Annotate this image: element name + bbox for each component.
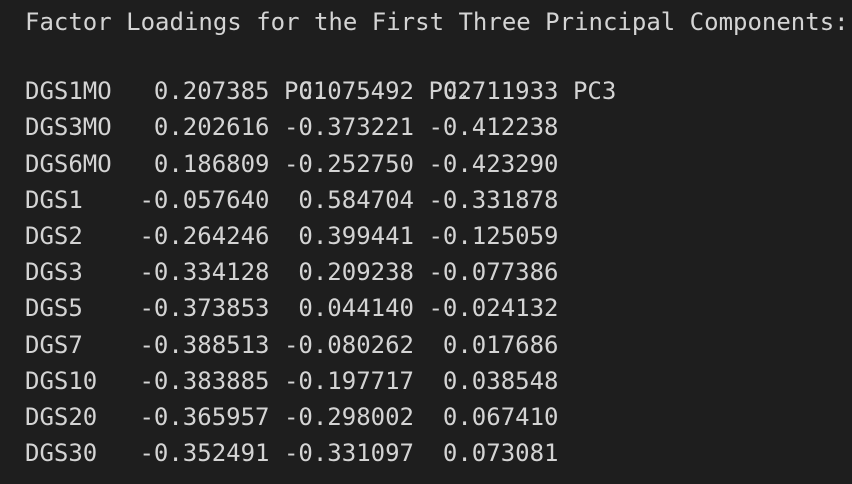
cell-pc3: -0.412238 <box>428 113 559 142</box>
cell-pc2: -0.197717 <box>283 366 414 395</box>
cell-pc3: 0.711933 <box>442 77 559 106</box>
cell-pc1: 0.202616 <box>153 113 270 142</box>
cell-pc3: 0.073081 <box>442 439 559 468</box>
table-row: DGS20 -0.365957 -0.298002 0.067410 <box>25 399 852 435</box>
row-label: DGS10 <box>25 366 98 395</box>
cell-pc2: -0.080262 <box>283 330 414 359</box>
cell-pc2: 0.075492 <box>298 77 414 106</box>
cell-pc2: -0.373221 <box>283 113 414 142</box>
cell-pc3: -0.024132 <box>428 294 559 323</box>
row-label: DGS3 <box>25 258 83 287</box>
cell-pc2: 0.209238 <box>298 258 414 287</box>
row-label: DGS20 <box>25 402 98 431</box>
row-label: DGS2 <box>25 221 83 250</box>
output-title: Factor Loadings for the First Three Prin… <box>25 8 849 36</box>
table-row: DGS3MO 0.202616 -0.373221 -0.412238 <box>25 109 852 145</box>
cell-pc1: -0.352491 <box>139 439 270 468</box>
table-row: DGS1 -0.057640 0.584704 -0.331878 <box>25 182 852 218</box>
table-header: PC1 PC2 PC3 <box>25 37 852 105</box>
cell-pc2: 0.399441 <box>298 221 414 250</box>
row-label: DGS1 <box>25 185 83 214</box>
cell-pc2: -0.331097 <box>283 439 414 468</box>
cell-pc2: -0.252750 <box>283 149 414 178</box>
cell-pc2: 0.044140 <box>298 294 414 323</box>
cell-pc3: 0.067410 <box>442 402 559 431</box>
cell-pc3: 0.038548 <box>442 366 559 395</box>
table-row: DGS6MO 0.186809 -0.252750 -0.423290 <box>25 146 852 182</box>
cell-pc3: -0.331878 <box>428 185 559 214</box>
cell-pc1: 0.207385 <box>153 77 270 106</box>
cell-pc3: 0.017686 <box>442 330 559 359</box>
cell-pc1: 0.186809 <box>153 149 270 178</box>
row-label: DGS30 <box>25 439 98 468</box>
cell-pc1: -0.334128 <box>139 258 270 287</box>
cell-pc1: -0.373853 <box>139 294 270 323</box>
table-row: DGS10 -0.383885 -0.197717 0.038548 <box>25 363 852 399</box>
cell-pc2: 0.584704 <box>298 185 414 214</box>
cell-pc3: -0.423290 <box>428 149 559 178</box>
table-row: DGS1MO 0.207385 0.075492 0.711933 <box>25 73 852 109</box>
terminal-output: Factor Loadings for the First Three Prin… <box>25 7 852 471</box>
table-row: DGS30 -0.352491 -0.331097 0.073081 <box>25 435 852 471</box>
row-label: DGS3MO <box>25 113 112 142</box>
row-label: DGS6MO <box>25 149 112 178</box>
cell-pc3: -0.077386 <box>428 258 559 287</box>
terminal-window: { "title": "Factor Loadings for the Firs… <box>0 0 852 484</box>
row-label: DGS5 <box>25 294 83 323</box>
cell-pc3: -0.125059 <box>428 221 559 250</box>
table-row: DGS5 -0.373853 0.044140 -0.024132 <box>25 290 852 326</box>
row-label: DGS1MO <box>25 77 112 106</box>
row-label: DGS7 <box>25 330 83 359</box>
cell-pc2: -0.298002 <box>283 402 414 431</box>
cell-pc1: -0.365957 <box>139 402 270 431</box>
cell-pc1: -0.388513 <box>139 330 270 359</box>
cell-pc1: -0.383885 <box>139 366 270 395</box>
cell-pc1: -0.264246 <box>139 221 270 250</box>
table-row: DGS7 -0.388513 -0.080262 0.017686 <box>25 327 852 363</box>
table-row: DGS2 -0.264246 0.399441 -0.125059 <box>25 218 852 254</box>
cell-pc1: -0.057640 <box>139 185 270 214</box>
table-row: DGS3 -0.334128 0.209238 -0.077386 <box>25 254 852 290</box>
